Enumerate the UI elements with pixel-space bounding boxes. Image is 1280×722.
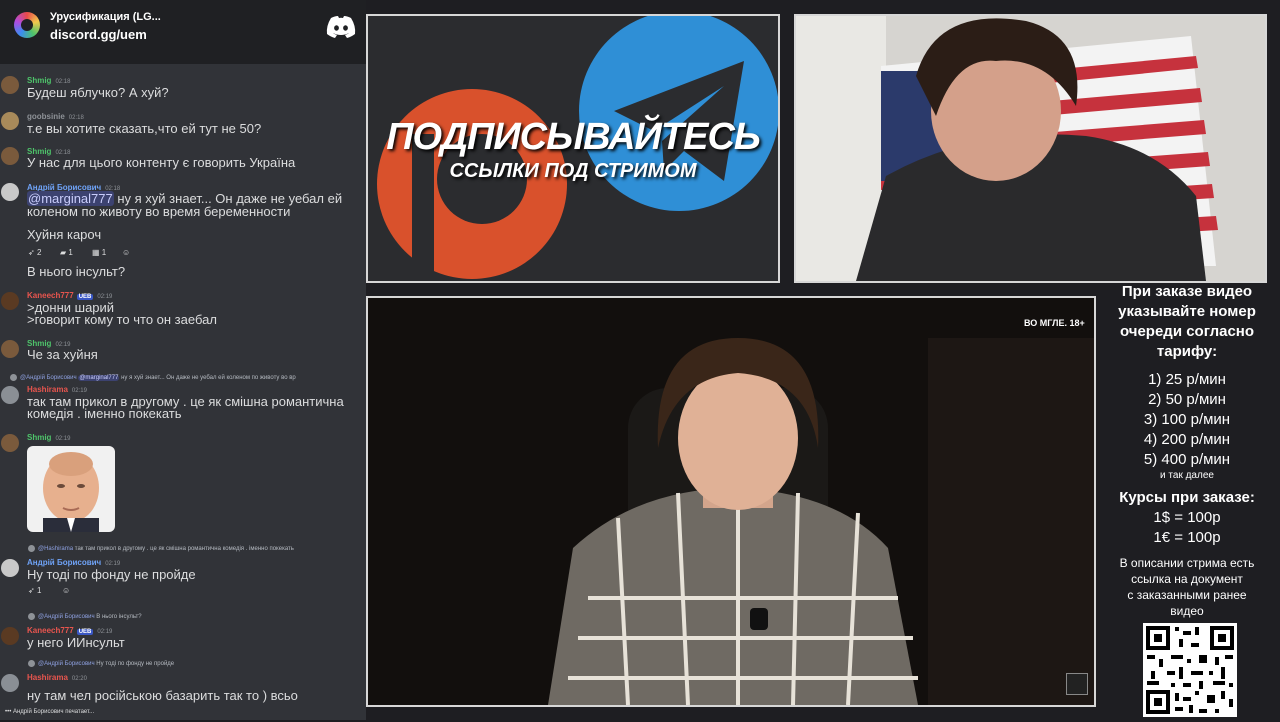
pricing-heading-line: тарифу: (1156, 343, 1218, 360)
server-logo-icon (14, 12, 40, 38)
add-reaction-icon[interactable]: ☺ (62, 586, 70, 595)
avatar[interactable] (1, 340, 19, 358)
webcam-feed (796, 16, 1265, 281)
typing-dots-icon: ••• (5, 709, 12, 715)
rate-item: 2) 50 р/мин (1148, 391, 1226, 408)
username[interactable]: Hashirama (27, 673, 68, 682)
rate-item: 4) 200 р/мин (1143, 431, 1231, 448)
message-text: Хуйня кароч (27, 227, 102, 242)
face-image (43, 452, 99, 532)
server-header[interactable]: Урусификация (LG... discord.gg/uem (0, 0, 366, 64)
username[interactable]: Kaneech777 (27, 626, 74, 635)
message-text: ну там чел російською базарить так то ) … (27, 688, 298, 703)
note-line: В описании стрима есть (1119, 556, 1255, 570)
fx-rate: 1$ = 100р (1153, 509, 1221, 526)
qr-code-icon[interactable] (1143, 623, 1237, 717)
reply-preview[interactable]: @Hashirama так там прикол в другому . це… (28, 545, 294, 552)
server-name: Урусификация (LG... (50, 11, 161, 23)
avatar[interactable] (1, 76, 19, 94)
reaction-emoji-icon: ➶ (28, 586, 35, 595)
message-text: у него ИИнсульт (27, 635, 125, 650)
note-line: ссылка на документ (1131, 572, 1243, 586)
rate-item: 1) 25 р/мин (1148, 371, 1226, 388)
pricing-info-panel: При заказе видео указывайте номер очеред… (1102, 282, 1272, 619)
reply-avatar (28, 613, 35, 620)
channel-watermark: ВО МГЛЕ. 18+ (1024, 318, 1085, 328)
avatar[interactable] (1, 183, 19, 201)
note-line: видео (1170, 604, 1204, 618)
channel-logo-icon (1066, 673, 1088, 695)
server-invite-link[interactable]: discord.gg/uem (50, 27, 147, 42)
message-text: Ну тоді по фонду не пройде (27, 567, 196, 582)
username[interactable]: Shmig (27, 76, 51, 85)
fx-title: Курсы при заказе: (1119, 489, 1255, 506)
message-text: Че за хуйня (27, 347, 98, 362)
username[interactable]: goobsinie (27, 112, 65, 121)
avatar[interactable] (1, 627, 19, 645)
message-text: комедія . іменно покекать (27, 406, 182, 421)
discord-chat-panel: Урусификация (LG... discord.gg/uem Shmig… (0, 0, 366, 720)
username[interactable]: Hashirama (27, 385, 68, 394)
add-reaction-icon[interactable]: ☺ (122, 248, 130, 257)
pricing-heading-line: указывайте номер (1118, 303, 1256, 320)
discord-logo-icon (326, 16, 356, 38)
video-frame (368, 298, 1094, 705)
image-attachment[interactable] (27, 446, 115, 532)
reaction-emoji-icon: ▦ (92, 248, 100, 257)
avatar[interactable] (1, 147, 19, 165)
avatar[interactable] (1, 674, 19, 692)
fx-rate: 1€ = 100р (1153, 529, 1221, 546)
reply-preview[interactable]: @Андрій Борисович @marginal777 ну я хуй … (10, 374, 296, 382)
timestamp: 02:19 (55, 436, 71, 442)
pricing-heading-line: При заказе видео (1121, 283, 1253, 300)
rate-item: 3) 100 р/мин (1143, 411, 1231, 428)
message-text: В нього інсульт? (27, 264, 126, 279)
message-text: У нас для цього контенту є говорить Укра… (27, 155, 296, 170)
reply-preview[interactable]: @Андрій Борисович В нього інсульт? (28, 613, 142, 620)
timestamp: 02:20 (71, 676, 87, 682)
reaction[interactable]: ▰ 1 (60, 248, 73, 257)
message-text: >говорит кому то что он заебал (27, 312, 217, 327)
reaction[interactable]: ➶ 2 (28, 248, 41, 257)
avatar[interactable] (1, 292, 19, 310)
avatar[interactable] (1, 559, 19, 577)
pricing-heading-line: очереди согласно (1119, 323, 1255, 340)
webcam-panel (794, 14, 1267, 283)
promo-title: ПОДПИСЫВАЙТЕСЬ (386, 116, 761, 158)
reply-avatar (10, 374, 17, 381)
reaction[interactable]: ➶ 1 (28, 586, 41, 595)
avatar[interactable] (1, 386, 19, 404)
message-text: Будеш яблучко? А хуй? (27, 85, 169, 100)
username[interactable]: Shmig (27, 433, 51, 442)
reaction[interactable]: ▦ 1 (92, 248, 106, 257)
username[interactable]: Андрій Борисович (27, 558, 101, 567)
note-line: с заказанными ранее (1127, 588, 1247, 602)
rate-item: 5) 400 р/мин (1143, 451, 1231, 468)
avatar[interactable] (1, 434, 19, 452)
patreon-logo-icon (377, 89, 567, 281)
main-video-panel: ВО МГЛЕ. 18+ (366, 296, 1096, 707)
username[interactable]: Kaneech777 (27, 291, 74, 300)
avatar[interactable] (1, 112, 19, 130)
rates-etc: и так далее (1160, 470, 1214, 481)
promo-panel: ПОДПИСЫВАЙТЕСЬ ССЫЛКИ ПОД СТРИМОМ (366, 14, 780, 283)
typing-indicator: ••• Андрій Борисович печатает... (5, 709, 95, 715)
reply-avatar (28, 545, 35, 552)
reply-avatar (28, 660, 35, 667)
message-text: т.е вы хотите сказать,что ей тут не 50? (27, 121, 262, 136)
reaction-emoji-icon: ➶ (28, 248, 35, 257)
reaction-emoji-icon: ▰ (60, 248, 67, 257)
message-text: коленом по животу во время беременности (27, 204, 291, 219)
promo-subtitle: ССЫЛКИ ПОД СТРИМОМ (449, 160, 697, 182)
reply-preview[interactable]: @Андрій Борисович Ну тоді по фонду не пр… (28, 660, 174, 667)
